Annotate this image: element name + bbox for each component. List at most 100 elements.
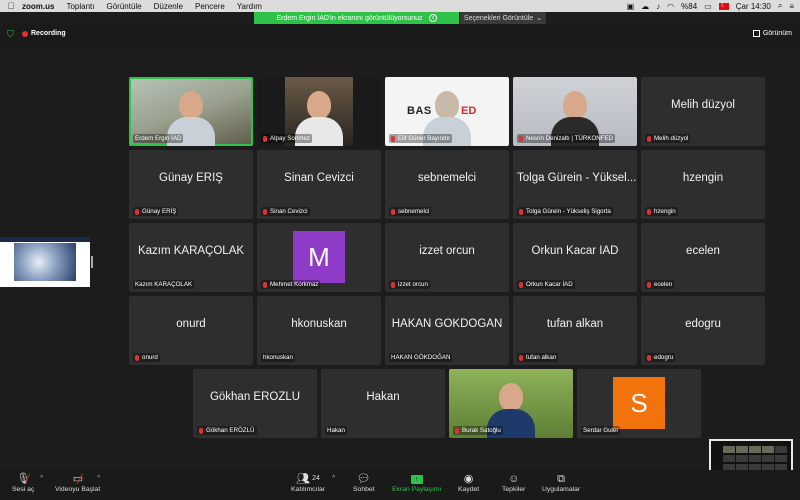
video-options-caret[interactable]: ^ [97,475,100,482]
participant-name-label: hkonuskan [261,353,295,362]
wifi-icon[interactable]: ◠ [667,2,674,11]
participant-display-name: Sinan Cevizci [284,172,354,184]
view-options-button[interactable]: Seçenekleri Görüntüle ⌄ [460,12,546,24]
participants-options-caret[interactable]: ^ [332,475,335,482]
mini-tile [775,446,787,453]
menu-duzenle[interactable]: Düzenle [154,2,183,11]
participant-name-text: Serdar Guler [583,427,619,434]
resize-handle[interactable] [91,256,93,268]
zoom-window:  zoom.us Toplantı Görüntüle Düzenle Pen… [0,0,800,500]
participant-name-label: Melih düzyol [645,134,691,143]
mini-tile [749,455,761,462]
menu-toplanti[interactable]: Toplantı [66,2,94,11]
participant-name-label: Günay ERİŞ [133,207,179,216]
chat-button[interactable]: 💬︎ Sohbet [353,472,375,493]
participant-tile[interactable]: onurd onurd [129,296,253,365]
chat-label: Sohbet [353,486,375,493]
recording-indicator[interactable]: Recording [22,30,66,37]
participants-label: Katılımcılar [291,486,325,493]
participant-tile[interactable]: edogru edogru [641,296,765,365]
menu-pencere[interactable]: Pencere [195,2,225,11]
start-video-button[interactable]: ▭ ╱ Videoyu Başlat [55,472,100,493]
participant-tile[interactable]: hzengin hzengin [641,150,765,219]
reactions-button[interactable]: ☺ Tepkiler [502,472,525,493]
clock[interactable]: Çar 14:30 [736,2,771,11]
participants-count: 24 [312,475,320,482]
mini-tile [775,455,787,462]
participant-tile[interactable]: Günay ERİŞ Günay ERİŞ [129,150,253,219]
avatar: S [613,377,665,429]
audio-options-caret[interactable]: ^ [40,475,43,482]
participant-tile[interactable]: Melih düzyol Melih düzyol [641,77,765,146]
participant-tile[interactable]: ecelen ecelen [641,223,765,292]
record-label: Kaydet [458,486,480,493]
status-area: ▣ ☁ ♪ ◠ %84 ▭ Çar 14:30 ⌕ ≡ [627,0,794,12]
emoji-icon: ☺ [508,473,520,485]
mini-tile [736,455,748,462]
menu-yardim[interactable]: Yardım [237,2,262,11]
participants-icon: 👥︎ 24 [296,473,320,485]
control-center-icon[interactable]: ≡ [789,2,794,11]
record-button[interactable]: ◉ Kaydet [458,472,479,493]
participant-name-label: sebnemelci [389,207,432,216]
participant-name-label: Elif Güner Bayındır [389,134,453,143]
participant-tile[interactable]: izzet orcun izzet orcun [385,223,509,292]
participant-name-label: Kazım KARAÇOLAK [133,280,195,289]
participant-name-label: Alpay Sonmez [261,134,312,143]
search-icon[interactable]: ⌕ [778,1,782,11]
participant-name-text: HAKAN GÖKDOĞAN [391,354,451,361]
participant-tile[interactable]: Orkun Kacar İAD Orkun Kacar İAD [513,223,637,292]
menu-goruntule[interactable]: Görüntüle [106,2,141,11]
shield-icon[interactable]: ⛉ [7,29,16,39]
participant-name-label: Tolga Gürein - Yükseliş Sigorta [517,207,613,216]
record-icon: ◉ [463,473,474,485]
participant-name-label: ecelen [645,280,675,289]
participant-tile[interactable]: Kazım KARAÇOLAK Kazım KARAÇOLAK [129,223,253,292]
pause-icon[interactable]: ॥ [428,14,437,22]
meeting-top-strip [0,24,800,46]
participant-tile[interactable]: Alpay Sonmez [257,77,381,146]
participant-tile[interactable]: tufan alkan tufan alkan [513,296,637,365]
participant-tile[interactable]: Burak Satoğlu [449,369,573,438]
cloud-icon[interactable]: ☁ [641,2,649,11]
participant-tile[interactable]: HAKAN GÖKDOĞAN HAKAN GÖKDOĞAN [385,296,509,365]
participant-tile[interactable]: S Serdar Guler [577,369,701,438]
thumbnail-header [0,237,90,242]
battery-icon[interactable]: ▭ [704,2,712,11]
participant-tile[interactable]: M Mehmet Korkmaz [257,223,381,292]
view-button[interactable]: Görünüm [752,30,792,37]
participant-tile[interactable]: Nesrin Denizaltı | TÜRKONFED [513,77,637,146]
participant-tile[interactable]: sebnemelci sebnemelci [385,150,509,219]
participant-name-label: Mehmet Korkmaz [261,280,321,289]
muted-mic-icon [263,281,267,288]
participant-tile[interactable]: Hakan Hakan [321,369,445,438]
participant-tile[interactable]: Sinan Cevizci Sinan Cevizci [257,150,381,219]
share-screen-button[interactable]: ↑ Ekran Paylaşımı [392,472,441,493]
participant-tile[interactable]: BAS ED Elif Güner Bayındır [385,77,509,146]
apple-icon[interactable]:  [0,1,22,11]
unmute-button[interactable]: 🎙︎ ╱ Sesi aç [12,472,34,493]
participant-name-text: Gökhan ERÖZLÜ [206,427,255,434]
muted-mic-icon [391,281,395,288]
menu-app[interactable]: zoom.us [22,2,54,11]
participant-display-name: hzengin [682,172,724,184]
volume-icon[interactable]: ♪ [656,2,660,11]
chevron-down-icon: ⌄ [536,15,543,22]
turkish-flag-icon[interactable] [718,2,729,10]
participant-tile[interactable]: Gökhan ERÖZLÜ Gökhan ERÖZLÜ [193,369,317,438]
participant-display-name: onurd [176,318,206,330]
mini-tile [736,446,748,453]
screen-share-banner: Erdem Ergin İAD'in ekranını görüntülüyor… [254,12,459,24]
apps-button[interactable]: ⧉ Uygulamalar [542,472,580,493]
participant-tile[interactable]: hkonuskan hkonuskan [257,296,381,365]
zoom-status-icon[interactable]: ▣ [627,2,635,11]
participant-name-label: hzengin [645,207,678,216]
muted-mic-icon: 🎙︎ ╱ [16,473,31,485]
participants-button[interactable]: 👥︎ 24 Katılımcılar [291,472,325,493]
shared-screen-thumbnail[interactable] [0,237,90,287]
participant-name-label: tufan alkan [517,353,559,362]
participant-tile[interactable]: Tolga Gürein - Yüksel... Tolga Gürein - Y… [513,150,637,219]
participant-display-name: tufan alkan [546,318,604,330]
participant-name-label: Gökhan ERÖZLÜ [197,426,257,435]
participant-tile[interactable]: Erdem Ergin İAD [129,77,253,146]
